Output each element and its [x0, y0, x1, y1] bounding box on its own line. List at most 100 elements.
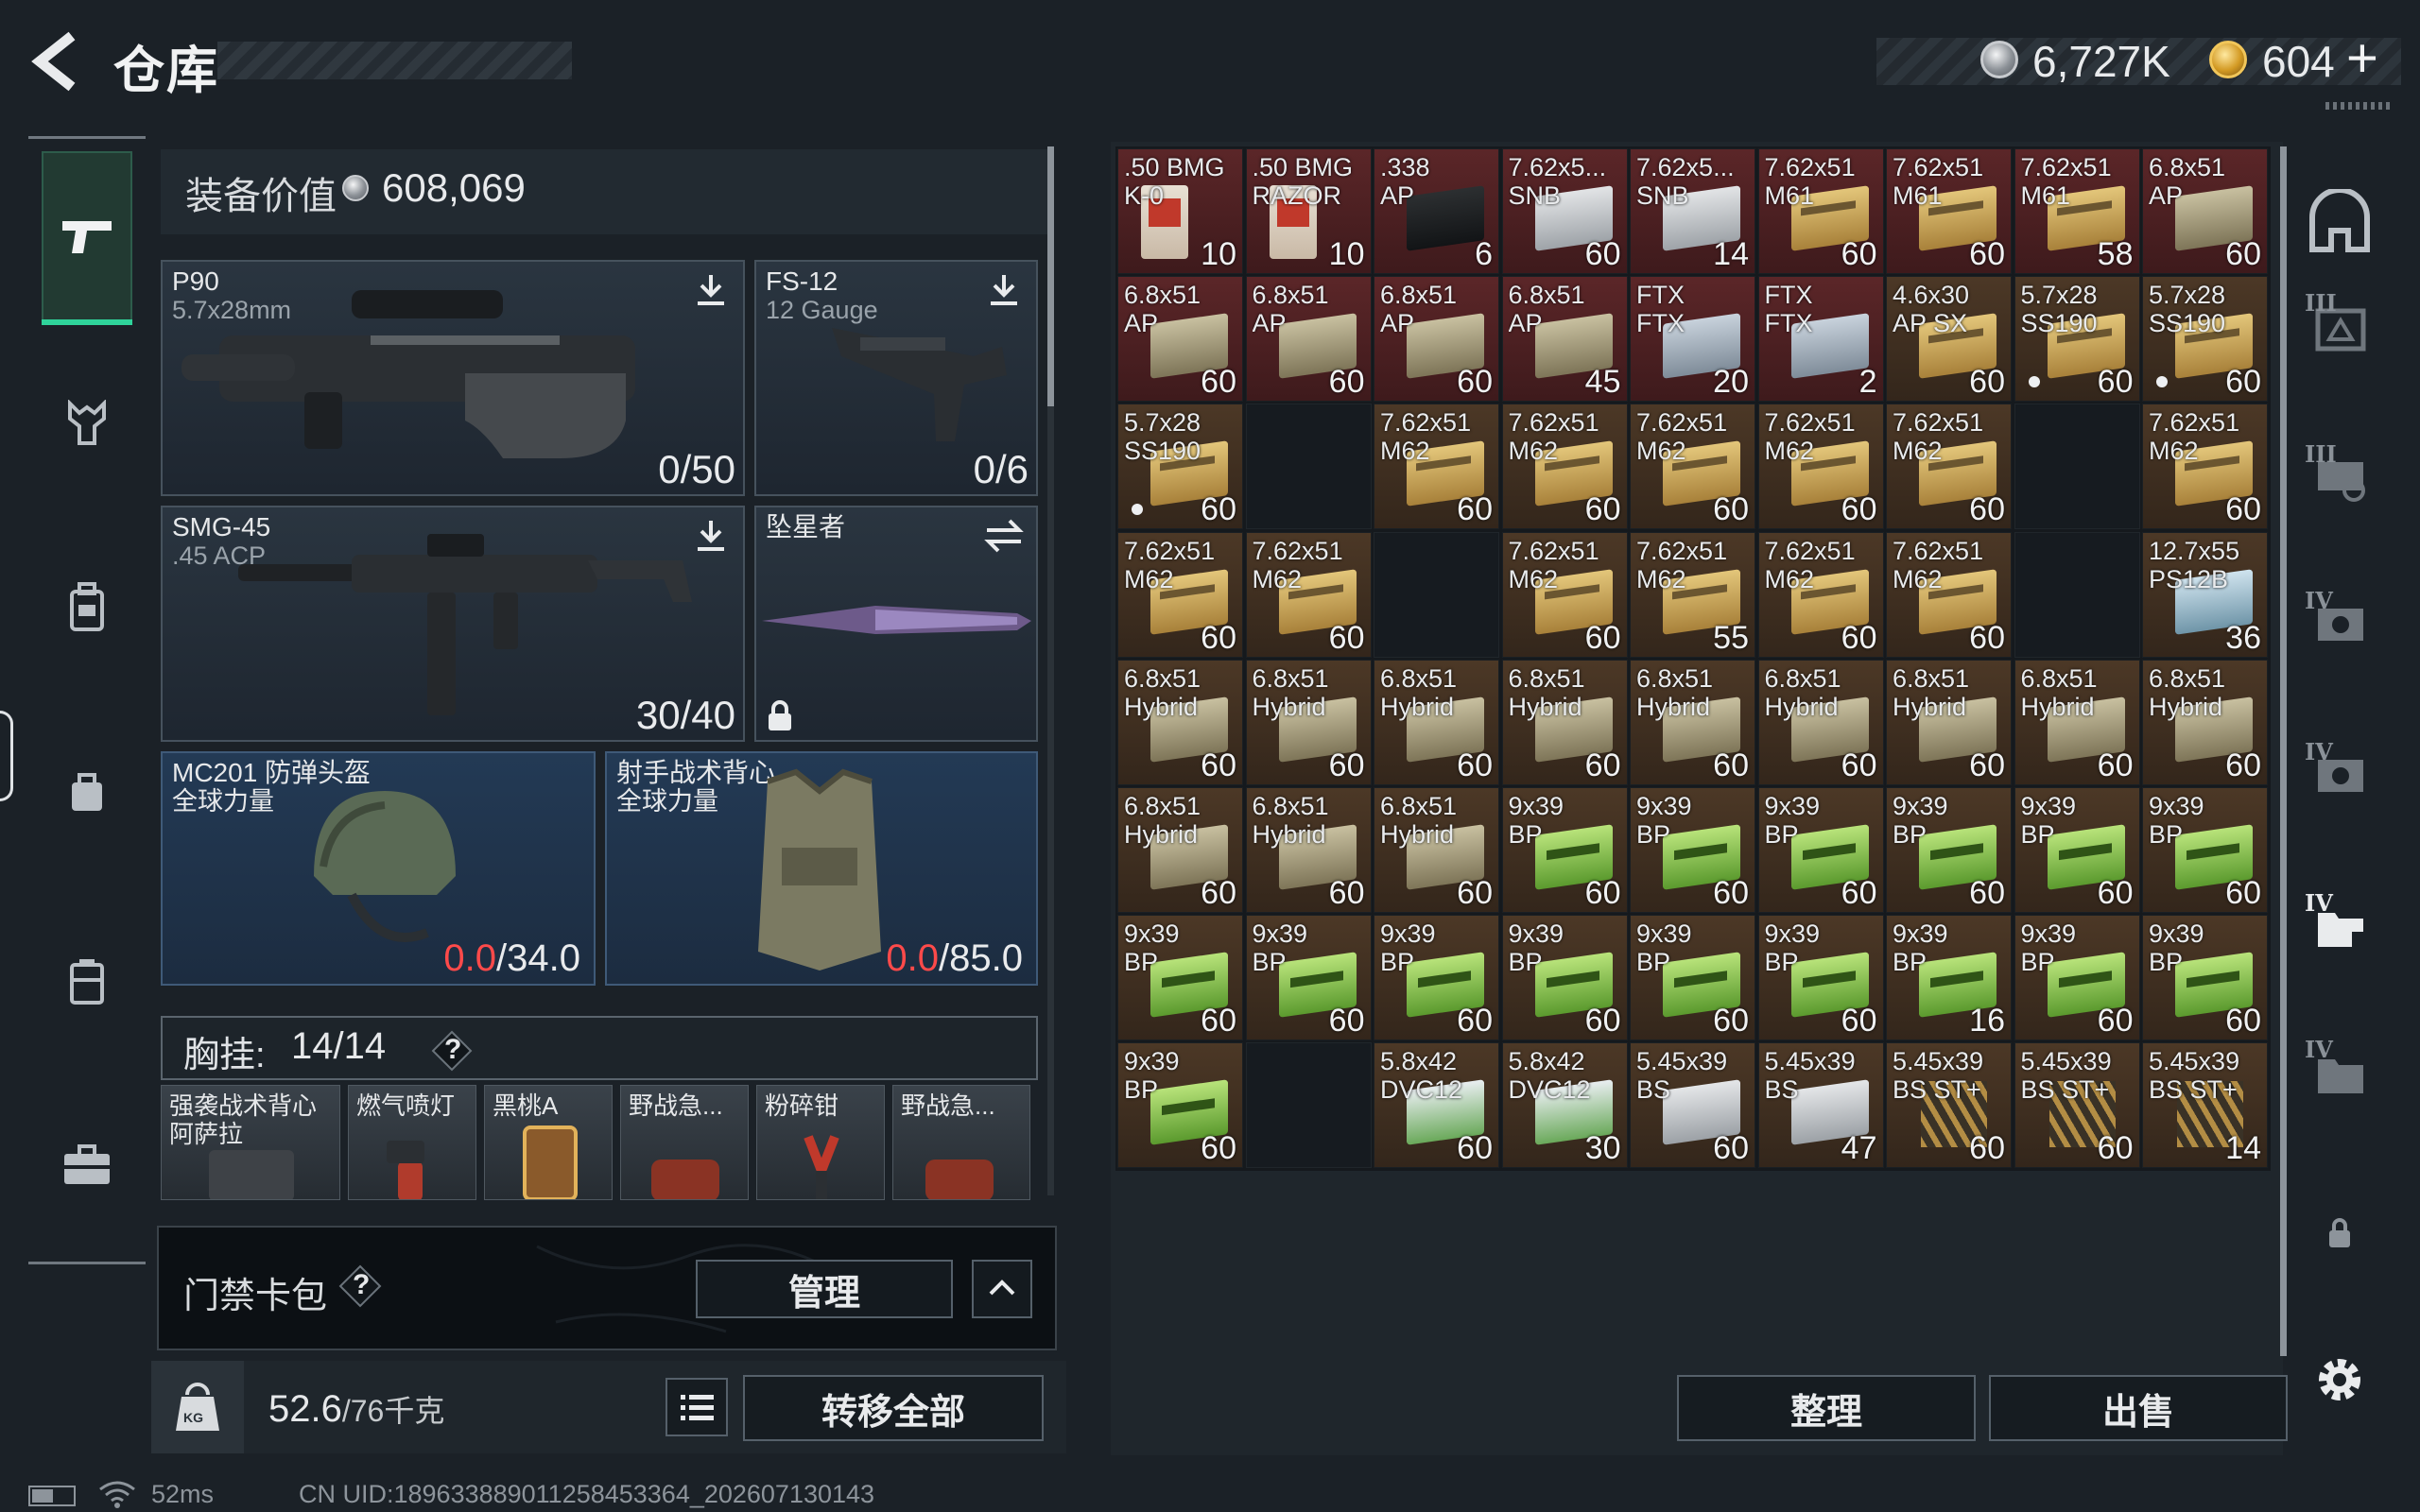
storage-item-cell[interactable]: 6.8x51 AP 60 — [1374, 276, 1499, 403]
storage-item-cell[interactable]: 6.8x51 AP 60 — [1117, 276, 1243, 403]
right-nav-storage-4a[interactable]: IV — [2297, 581, 2382, 666]
right-nav-storage-4d[interactable]: IV — [2297, 1030, 2382, 1115]
storage-item-cell[interactable]: 5.8x42 DVC12 60 — [1374, 1042, 1499, 1169]
storage-item-cell[interactable]: 6.8x51 Hybrid 60 — [1117, 659, 1243, 785]
storage-item-cell[interactable]: 9x39 BP 60 — [1117, 915, 1243, 1041]
keycard-help-button[interactable]: ? — [338, 1264, 382, 1308]
storage-item-cell[interactable]: 7.62x51 M62 60 — [2142, 404, 2268, 530]
storage-item-cell[interactable]: 9x39 BP 60 — [1757, 787, 1884, 913]
side-drawer-tab[interactable] — [0, 711, 13, 801]
storage-item-cell[interactable]: 7.62x51 M62 60 — [1374, 404, 1499, 530]
storage-scrollbar-thumb[interactable] — [2280, 146, 2287, 1356]
back-button[interactable] — [26, 28, 87, 94]
storage-item-cell[interactable]: .338 AP 6 — [1374, 148, 1499, 274]
nav-briefcase[interactable] — [42, 1120, 132, 1211]
transfer-all-button[interactable]: 转移全部 — [743, 1375, 1044, 1441]
storage-item-cell[interactable]: 7.62x51 M62 60 — [1245, 531, 1372, 658]
add-currency-button[interactable]: + — [2346, 26, 2378, 90]
storage-item-cell[interactable]: 5.45x39 BS ST+ 14 — [2142, 1042, 2268, 1169]
melee-slot[interactable]: 坠星者 — [754, 506, 1038, 742]
equipment-scrollbar-thumb[interactable] — [1047, 146, 1054, 406]
storage-item-cell[interactable]: 6.8x51 Hybrid 60 — [1374, 787, 1499, 913]
storage-item-cell[interactable]: 9x39 BP 60 — [1374, 915, 1499, 1041]
right-nav-safe-box[interactable] — [2297, 180, 2382, 265]
storage-item-cell[interactable]: 12.7x55 PS12B 36 — [2142, 531, 2268, 658]
rig-item-slot[interactable]: 野战急... — [620, 1085, 749, 1200]
secondary-weapon-slot[interactable]: FS-12 12 Gauge 0/6 — [754, 260, 1038, 496]
nav-bag[interactable] — [42, 747, 132, 837]
settings-button[interactable] — [2297, 1337, 2382, 1422]
right-nav-storage-4c[interactable]: IV — [2297, 884, 2382, 969]
storage-item-cell[interactable]: 5.45x39 BS ST+ 60 — [2014, 1042, 2140, 1169]
rig-item-slot[interactable]: 粉碎钳 — [756, 1085, 885, 1200]
nav-weapons[interactable] — [42, 151, 132, 325]
storage-item-cell[interactable]: 5.45x39 BS ST+ 60 — [1886, 1042, 2012, 1169]
sell-button[interactable]: 出售 — [1989, 1375, 2288, 1441]
storage-item-cell[interactable]: 7.62x51 M62 55 — [1630, 531, 1755, 658]
rig-item-slot[interactable]: 强袭战术背心 阿萨拉 — [161, 1085, 340, 1200]
storage-item-cell[interactable]: .50 BMG RAZOR 10 — [1245, 148, 1372, 274]
storage-item-cell[interactable]: 7.62x51 M62 60 — [1757, 404, 1884, 530]
storage-item-cell[interactable]: 6.8x51 AP 60 — [1245, 276, 1372, 403]
storage-item-cell[interactable]: 9x39 BP 16 — [1886, 915, 2012, 1041]
right-nav-storage-4b[interactable]: IV — [2297, 732, 2382, 817]
storage-item-cell[interactable]: 6.8x51 Hybrid 60 — [1117, 787, 1243, 913]
storage-item-cell[interactable]: 5.7x28 SS190 60 — [2014, 276, 2140, 403]
chest-rig-help-button[interactable]: ? — [431, 1030, 473, 1072]
storage-item-cell[interactable]: 9x39 BP 60 — [1757, 915, 1884, 1041]
storage-item-cell[interactable]: 6.8x51 AP 45 — [1501, 276, 1628, 403]
nav-case[interactable] — [42, 936, 132, 1026]
storage-item-cell[interactable]: 5.7x28 SS190 60 — [1117, 404, 1243, 530]
storage-item-cell[interactable]: 6.8x51 Hybrid 60 — [1245, 659, 1372, 785]
sidearm-slot[interactable]: SMG-45 .45 ACP 30/40 — [161, 506, 745, 742]
manage-button[interactable]: 管理 — [696, 1260, 953, 1318]
storage-item-cell[interactable]: FTX FTX 2 — [1757, 276, 1884, 403]
armor-slot[interactable]: 射手战术背心 全球力量 0.0/85.0 — [605, 751, 1038, 986]
sort-button[interactable]: 整理 — [1677, 1375, 1976, 1441]
right-nav-storage-3a[interactable]: III — [2297, 284, 2382, 369]
storage-item-cell[interactable]: 7.62x51 M61 58 — [2014, 148, 2140, 274]
storage-item-cell[interactable]: 6.8x51 Hybrid 60 — [2142, 659, 2268, 785]
storage-item-cell[interactable]: 9x39 BP 60 — [1245, 915, 1372, 1041]
storage-item-cell[interactable]: 6.8x51 AP 60 — [2142, 148, 2268, 274]
rig-item-slot[interactable]: 黑桃A — [484, 1085, 613, 1200]
storage-item-cell[interactable]: 4.6x30 AP SX 60 — [1886, 276, 2012, 403]
storage-item-cell[interactable]: 9x39 BP 60 — [1630, 787, 1755, 913]
storage-item-cell[interactable]: 7.62x5... SNB 14 — [1630, 148, 1755, 274]
storage-item-cell[interactable]: 6.8x51 Hybrid 60 — [1374, 659, 1499, 785]
storage-item-cell[interactable]: 7.62x51 M61 60 — [1757, 148, 1884, 274]
nav-backpack[interactable] — [42, 562, 132, 653]
list-view-button[interactable] — [666, 1378, 728, 1436]
swap-icon[interactable] — [983, 517, 1025, 555]
unload-icon[interactable] — [985, 271, 1023, 309]
storage-item-cell[interactable]: .50 BMG K-0 10 — [1117, 148, 1243, 274]
storage-item-cell[interactable]: 9x39 BP 60 — [2014, 915, 2140, 1041]
rig-item-slot[interactable]: 燃气喷灯 — [348, 1085, 476, 1200]
storage-item-cell[interactable]: 6.8x51 Hybrid 60 — [1245, 787, 1372, 913]
storage-item-cell[interactable]: 9x39 BP 60 — [1501, 915, 1628, 1041]
storage-item-cell[interactable]: 9x39 BP 60 — [2142, 915, 2268, 1041]
storage-item-cell[interactable]: 6.8x51 Hybrid 60 — [1501, 659, 1628, 785]
helmet-slot[interactable]: MC201 防弹头盔 全球力量 0.0/34.0 — [161, 751, 596, 986]
storage-item-cell[interactable]: 7.62x51 M62 60 — [1886, 531, 2012, 658]
storage-item-cell[interactable]: 7.62x51 M61 60 — [1886, 148, 2012, 274]
right-nav-storage-3b[interactable]: III — [2297, 435, 2382, 520]
rig-item-slot[interactable]: 野战急... — [892, 1085, 1030, 1200]
storage-item-cell[interactable]: 5.45x39 BS 47 — [1757, 1042, 1884, 1169]
nav-outfit[interactable] — [42, 378, 132, 469]
storage-item-cell[interactable]: 9x39 BP 60 — [1501, 787, 1628, 913]
storage-item-cell[interactable]: 6.8x51 Hybrid 60 — [1757, 659, 1884, 785]
storage-item-cell[interactable]: 7.62x5... SNB 60 — [1501, 148, 1628, 274]
storage-item-cell[interactable]: 7.62x51 M62 60 — [1501, 531, 1628, 658]
storage-item-cell[interactable]: 9x39 BP 60 — [2014, 787, 2140, 913]
storage-item-cell[interactable]: 7.62x51 M62 60 — [1630, 404, 1755, 530]
storage-item-cell[interactable]: 7.62x51 M62 60 — [1501, 404, 1628, 530]
primary-weapon-slot[interactable]: P90 5.7x28mm 0/50 — [161, 260, 745, 496]
storage-item-cell[interactable]: 6.8x51 Hybrid 60 — [1630, 659, 1755, 785]
storage-item-cell[interactable]: 7.62x51 M62 60 — [1886, 404, 2012, 530]
storage-item-cell[interactable]: 9x39 BP 60 — [1117, 1042, 1243, 1169]
storage-item-cell[interactable]: FTX FTX 20 — [1630, 276, 1755, 403]
storage-item-cell[interactable]: 5.45x39 BS 60 — [1630, 1042, 1755, 1169]
storage-item-cell[interactable]: 5.8x42 DVC12 30 — [1501, 1042, 1628, 1169]
storage-item-cell[interactable]: 7.62x51 M62 60 — [1117, 531, 1243, 658]
